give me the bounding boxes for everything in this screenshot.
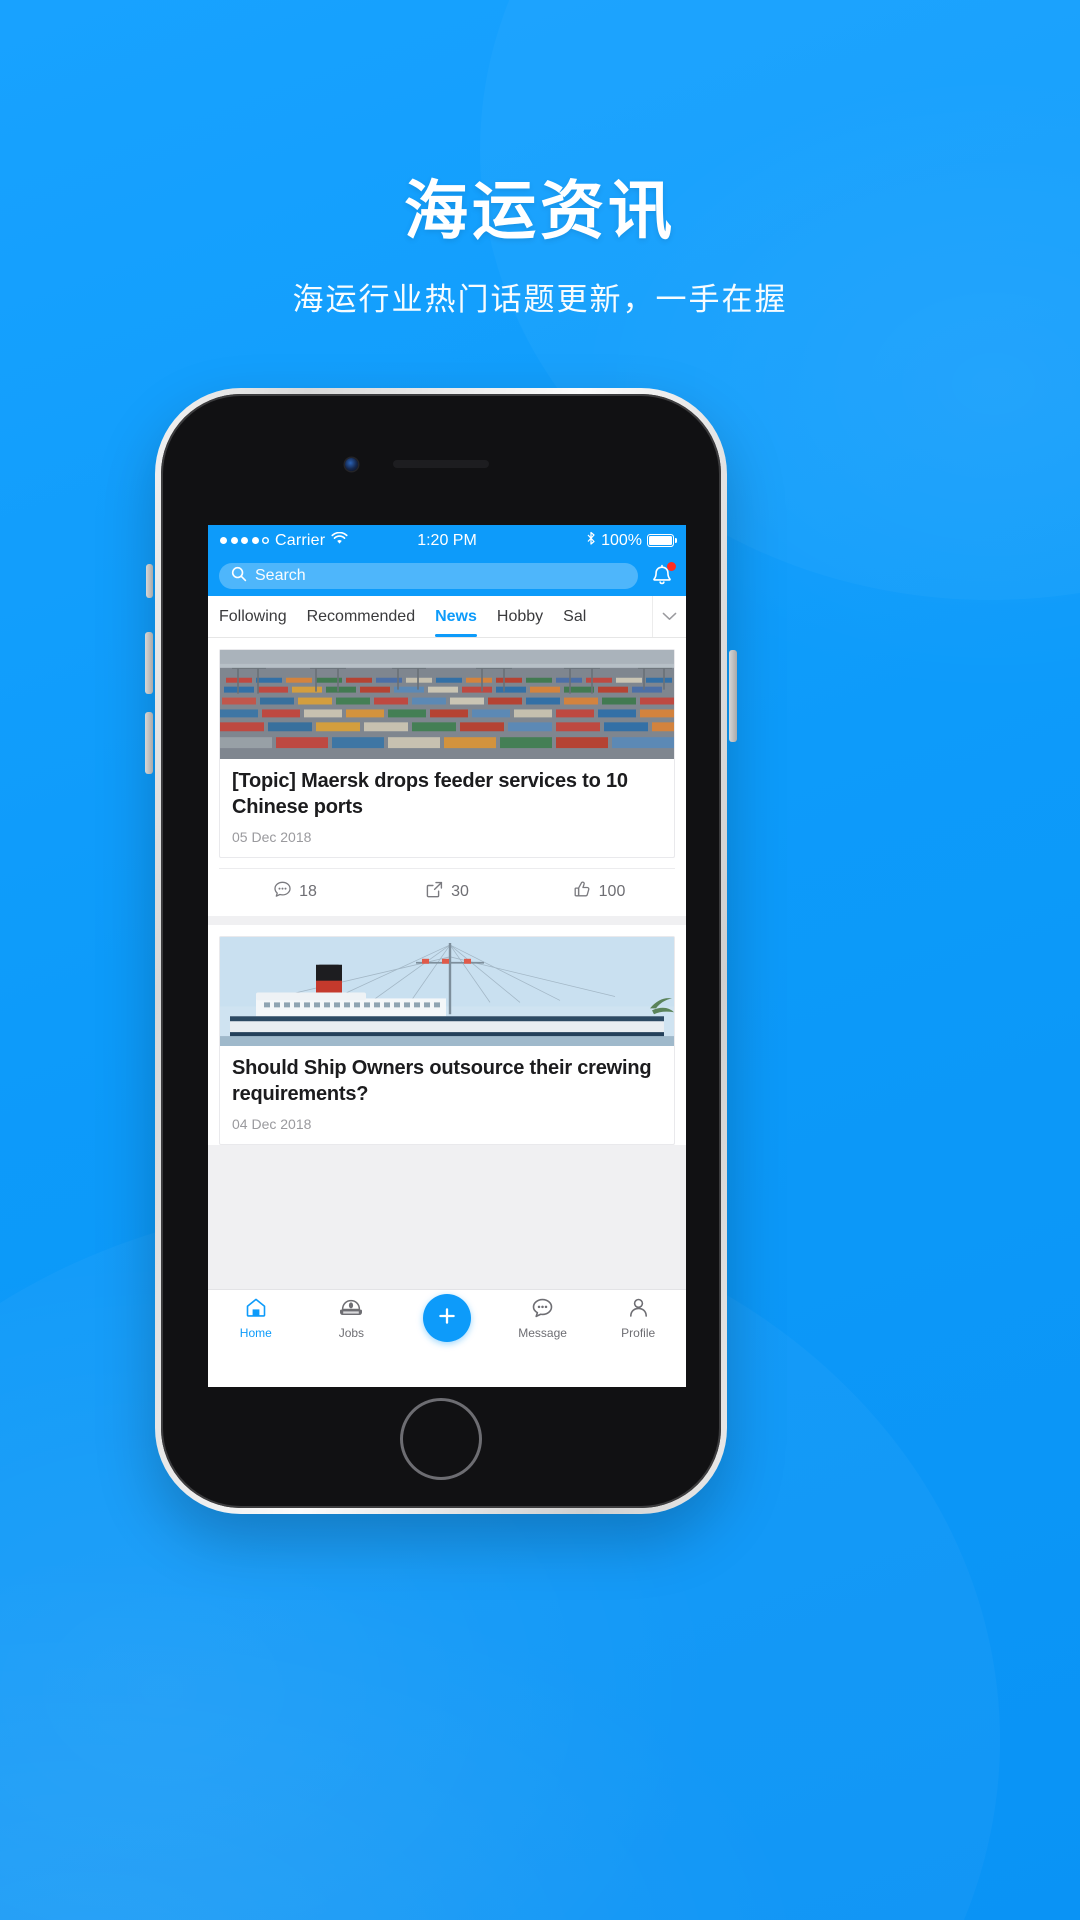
card-body: Should Ship Owners outsource their crewi…	[219, 1046, 675, 1146]
home-button[interactable]	[400, 1398, 482, 1480]
chat-bubble-icon	[531, 1297, 554, 1323]
phone-volume-down-button	[145, 712, 153, 774]
tab-recommended[interactable]: Recommended	[307, 596, 416, 637]
phone-body: Carrier 1:20 PM 100% Search Following Re…	[161, 394, 721, 1508]
news-feed[interactable]: [Topic] Maersk drops feeder services to …	[208, 638, 686, 1289]
nav-label-profile: Profile	[621, 1326, 656, 1340]
wifi-icon	[331, 531, 348, 550]
card-body: [Topic] Maersk drops feeder services to …	[219, 759, 675, 859]
search-header: Search	[208, 556, 686, 596]
nav-label-home: Home	[239, 1326, 272, 1340]
comment-count: 18	[299, 883, 317, 901]
plus-icon	[435, 1304, 459, 1333]
tab-news[interactable]: News	[435, 596, 477, 637]
like-count: 100	[598, 883, 626, 901]
earpiece-speaker	[393, 460, 489, 468]
nav-item-message[interactable]: Message	[495, 1290, 591, 1340]
expand-tabs-button[interactable]	[652, 596, 686, 637]
person-icon	[628, 1297, 649, 1323]
create-post-button[interactable]	[423, 1294, 471, 1342]
captain-hat-icon	[339, 1297, 363, 1323]
card-title: Should Ship Owners outsource their crewi…	[232, 1057, 652, 1105]
card-thumbnail-image	[219, 936, 675, 1047]
card-date: 05 Dec 2018	[232, 829, 312, 846]
feed-card[interactable]: [Topic] Maersk drops feeder services to …	[208, 638, 686, 917]
bell-icon	[649, 564, 675, 593]
card-thumbnail-image	[219, 649, 675, 759]
battery-percent-label: 100%	[601, 531, 642, 549]
chevron-down-icon	[662, 608, 677, 626]
status-bar-left: Carrier	[220, 531, 348, 550]
signal-strength-icon	[220, 537, 269, 544]
nav-label-message: Message	[518, 1326, 567, 1340]
tab-hobby[interactable]: Hobby	[497, 596, 543, 637]
battery-icon	[647, 534, 678, 547]
phone-volume-up-button	[145, 632, 153, 694]
search-input[interactable]: Search	[219, 563, 638, 589]
status-bar: Carrier 1:20 PM 100%	[208, 525, 686, 556]
comment-icon	[273, 880, 292, 904]
category-tab-scroller[interactable]: Following Recommended News Hobby Sal	[208, 596, 652, 637]
search-placeholder-text: Search	[255, 567, 306, 584]
app-screen: Carrier 1:20 PM 100% Search Following Re…	[208, 525, 686, 1387]
share-icon	[425, 880, 444, 904]
share-action[interactable]: 30	[371, 880, 523, 904]
search-icon	[231, 566, 247, 587]
comment-action[interactable]: 18	[219, 880, 371, 904]
nav-item-profile[interactable]: Profile	[590, 1290, 686, 1340]
tab-following[interactable]: Following	[219, 596, 287, 637]
home-icon	[245, 1297, 267, 1323]
nav-label-jobs: Jobs	[338, 1326, 365, 1340]
nav-item-jobs[interactable]: Jobs	[304, 1290, 400, 1340]
like-action[interactable]: 100	[523, 880, 675, 904]
notification-badge	[667, 562, 676, 571]
card-date: 04 Dec 2018	[232, 1116, 312, 1133]
nav-item-home[interactable]: Home	[208, 1290, 304, 1340]
category-tab-bar: Following Recommended News Hobby Sal	[208, 596, 686, 638]
notification-button[interactable]	[649, 562, 676, 589]
feed-card[interactable]: Should Ship Owners outsource their crewi…	[208, 925, 686, 1146]
carrier-label: Carrier	[275, 531, 326, 549]
phone-power-button	[729, 650, 737, 742]
bottom-navigation-bar: Home Jobs Message Profile	[208, 1289, 686, 1347]
promo-text-block: 海运资讯 海运行业热门话题更新，一手在握	[0, 0, 1080, 319]
promo-subtitle: 海运行业热门话题更新，一手在握	[292, 282, 788, 318]
front-camera-icon	[345, 458, 358, 471]
share-count: 30	[451, 883, 469, 901]
phone-mute-switch	[146, 564, 153, 598]
card-title: [Topic] Maersk drops feeder services to …	[232, 770, 628, 818]
status-bar-right: 100%	[586, 531, 678, 551]
phone-mockup: Carrier 1:20 PM 100% Search Following Re…	[145, 388, 737, 1514]
promo-title: 海运资讯	[404, 175, 676, 247]
thumbs-up-icon	[573, 880, 592, 904]
bluetooth-icon	[586, 531, 596, 551]
tab-sales[interactable]: Sal	[563, 596, 586, 637]
card-action-row: 18 30 100	[219, 868, 675, 916]
